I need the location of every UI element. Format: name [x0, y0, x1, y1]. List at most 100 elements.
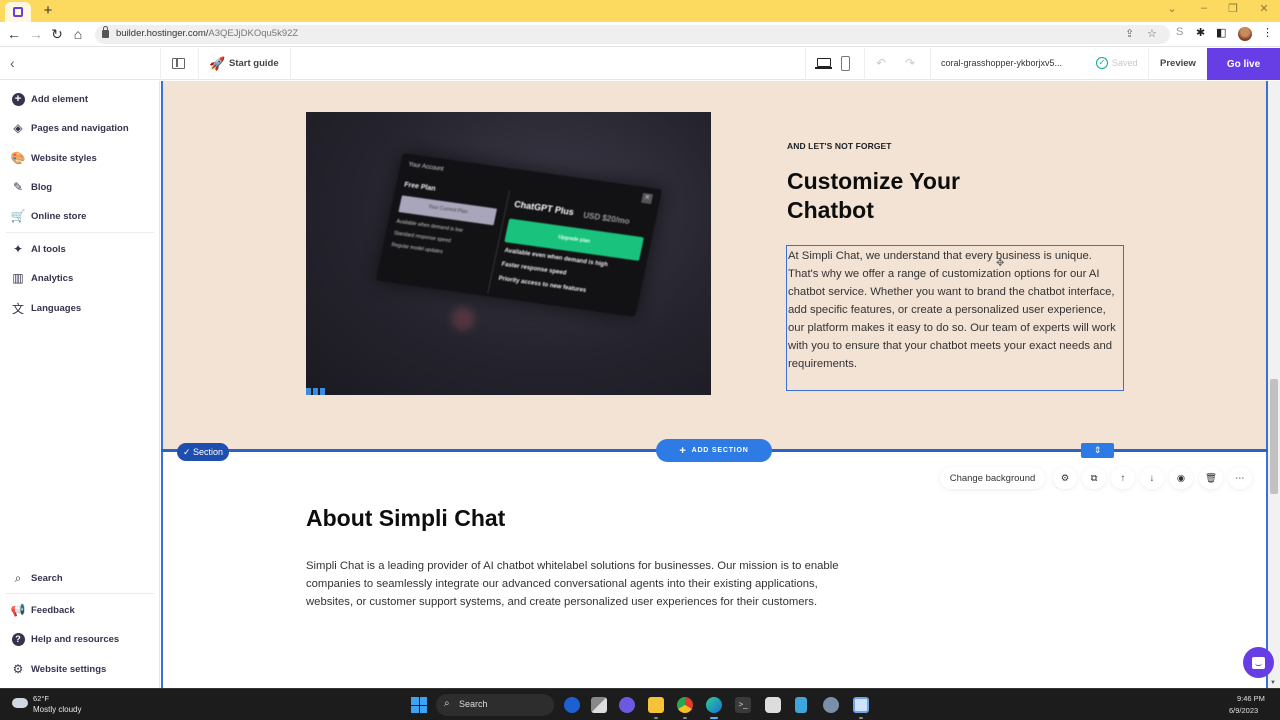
- scroll-down-arrow-icon[interactable]: ▼: [1270, 680, 1276, 686]
- side-panel-icon[interactable]: ◧: [1216, 26, 1226, 39]
- edge-icon[interactable]: [706, 697, 722, 713]
- weather-temperature[interactable]: 62°F: [33, 694, 49, 703]
- selected-text-box[interactable]: At Simpli Chat, we understand that every…: [786, 245, 1124, 391]
- chatgpt-plan-image[interactable]: Your Account ✕ Free Plan Your Current Pl…: [306, 112, 711, 395]
- delete-trash-icon[interactable]: 🗑: [1199, 467, 1223, 489]
- app-icon[interactable]: [765, 697, 781, 713]
- support-chat-button[interactable]: [1243, 647, 1274, 678]
- change-background-button[interactable]: Change background: [940, 467, 1045, 489]
- section-resize-handle[interactable]: ⇕: [1081, 443, 1114, 458]
- sidebar-item-website-settings[interactable]: ⚙ Website settings: [0, 658, 160, 680]
- more-options-icon[interactable]: ⋯: [1228, 467, 1252, 489]
- browser-menu-icon[interactable]: ⋮: [1262, 26, 1273, 39]
- task-view-icon[interactable]: [591, 697, 607, 713]
- extension-s-icon[interactable]: S: [1176, 26, 1183, 38]
- settings-app-icon[interactable]: [823, 697, 839, 713]
- sidebar-item-help[interactable]: ? Help and resources: [0, 628, 160, 650]
- bookmark-star-icon[interactable]: ☆: [1147, 27, 1157, 40]
- sidebar-item-search[interactable]: ⌕ Search: [0, 567, 160, 589]
- home-icon[interactable]: ⌂: [69, 25, 87, 43]
- visibility-eye-icon[interactable]: ◉: [1169, 467, 1193, 489]
- new-tab-button[interactable]: +: [40, 2, 56, 20]
- sidebar-toggle-icon[interactable]: [172, 58, 185, 69]
- weather-cloud-icon[interactable]: [12, 694, 28, 708]
- add-section-button[interactable]: + ADD SECTION: [656, 439, 772, 462]
- chat-icon: [1252, 656, 1265, 669]
- go-live-button[interactable]: Go live: [1207, 48, 1280, 80]
- about-heading[interactable]: About Simpli Chat: [306, 505, 505, 532]
- forward-arrow-icon[interactable]: →: [27, 25, 45, 43]
- teams-meet-icon[interactable]: [619, 697, 635, 713]
- mobile-view-icon[interactable]: [841, 56, 850, 71]
- capture-app-icon[interactable]: [853, 697, 869, 713]
- sidebar-item-ai-tools[interactable]: ✦ AI tools: [0, 238, 160, 260]
- redo-icon[interactable]: ↷: [905, 56, 915, 70]
- section-settings-icon[interactable]: ⚙: [1053, 467, 1077, 489]
- sidebar-item-label: Add element: [31, 93, 89, 105]
- browser-tab-hostinger[interactable]: [5, 2, 31, 22]
- sidebar-item-online-store[interactable]: 🛒 Online store: [0, 205, 160, 227]
- sidebar-item-analytics[interactable]: ▥ Analytics: [0, 267, 160, 289]
- sidebar-item-label: Website settings: [31, 663, 107, 675]
- plus-circle-icon: +: [11, 92, 25, 106]
- add-section-label: ADD SECTION: [691, 447, 749, 454]
- duplicate-icon[interactable]: ⧉: [1082, 467, 1106, 489]
- sidebar-item-add-element[interactable]: + Add element: [0, 88, 160, 110]
- running-indicator: [859, 717, 863, 719]
- start-guide-button[interactable]: Start guide: [229, 58, 279, 69]
- editor-canvas[interactable]: Your Account ✕ Free Plan Your Current Pl…: [161, 81, 1268, 688]
- sidebar-item-feedback[interactable]: 📢 Feedback: [0, 599, 160, 621]
- sidebar-divider: [6, 593, 154, 594]
- reload-icon[interactable]: ↻: [48, 25, 66, 43]
- extensions-puzzle-icon[interactable]: ✱: [1196, 26, 1205, 39]
- taskbar-date[interactable]: 6/9/2023: [1229, 706, 1258, 715]
- sidebar-item-label: Help and resources: [31, 633, 120, 645]
- preview-button[interactable]: Preview: [1160, 58, 1196, 69]
- scrollbar-thumb[interactable]: [1270, 379, 1278, 494]
- share-icon[interactable]: ⇪: [1125, 27, 1134, 40]
- windows-start-icon[interactable]: [411, 697, 427, 713]
- sidebar-item-pages[interactable]: ◈ Pages and navigation: [0, 117, 160, 139]
- desktop-view-icon[interactable]: [815, 58, 832, 69]
- weather-condition[interactable]: Mostly cloudy: [33, 705, 81, 714]
- section-eyebrow[interactable]: AND LET'S NOT FORGET: [787, 141, 892, 151]
- sidebar-item-blog[interactable]: ✎ Blog: [0, 176, 160, 198]
- notepad-icon[interactable]: [795, 697, 807, 713]
- customize-section[interactable]: Your Account ✕ Free Plan Your Current Pl…: [161, 81, 1268, 451]
- about-section[interactable]: About Simpli Chat Simpli Chat is a leadi…: [161, 451, 1268, 688]
- move-down-icon[interactable]: ↓: [1140, 467, 1164, 489]
- tab-search-button[interactable]: ⌄: [1162, 2, 1182, 18]
- divider: [290, 48, 291, 80]
- sidebar-item-website-styles[interactable]: 🎨 Website styles: [0, 147, 160, 169]
- address-bar[interactable]: builder.hostinger.com/A3QEJjDKOqu5k92Z ⇪…: [95, 25, 1170, 44]
- collapse-back-icon[interactable]: ‹: [10, 55, 15, 71]
- canvas-scrollbar[interactable]: ▼: [1268, 81, 1280, 688]
- move-up-icon[interactable]: ↑: [1111, 467, 1135, 489]
- image-text: Your Account: [407, 161, 444, 173]
- running-indicator: [654, 717, 658, 719]
- bing-icon[interactable]: [564, 697, 580, 713]
- section-body-text[interactable]: At Simpli Chat, we understand that every…: [788, 247, 1123, 373]
- back-arrow-icon[interactable]: ←: [5, 25, 23, 43]
- chrome-icon[interactable]: [677, 697, 693, 713]
- file-explorer-icon[interactable]: [648, 697, 664, 713]
- terminal-icon[interactable]: >_: [735, 697, 751, 713]
- section-badge[interactable]: ✓ Section: [177, 443, 230, 461]
- browser-tab-strip: + ⌄ – ❐ ✕: [0, 0, 1280, 22]
- section-heading[interactable]: Customize Your Chatbot: [787, 167, 1027, 225]
- url-domain: builder.hostinger.com/: [116, 28, 209, 39]
- image-text: Faster response speed: [500, 261, 567, 277]
- taskbar-search[interactable]: ⌕ Search: [436, 694, 554, 716]
- profile-avatar[interactable]: [1238, 27, 1252, 41]
- image-text: Free Plan: [403, 181, 437, 193]
- sidebar-item-languages[interactable]: 文 Languages: [0, 297, 160, 319]
- close-window-button[interactable]: ✕: [1254, 2, 1274, 18]
- undo-icon[interactable]: ↶: [876, 56, 886, 70]
- minimize-button[interactable]: –: [1194, 2, 1214, 18]
- site-name-dropdown[interactable]: coral-grasshopper-ykborjxv5...: [941, 58, 1062, 68]
- taskbar-time[interactable]: 9:46 PM: [1237, 694, 1265, 703]
- about-body-text[interactable]: Simpli Chat is a leading provider of AI …: [306, 557, 851, 611]
- image-text: Priority access to new features: [497, 275, 587, 294]
- url-path: A3QEJjDKOqu5k92Z: [208, 28, 299, 39]
- maximize-button[interactable]: ❐: [1223, 2, 1243, 18]
